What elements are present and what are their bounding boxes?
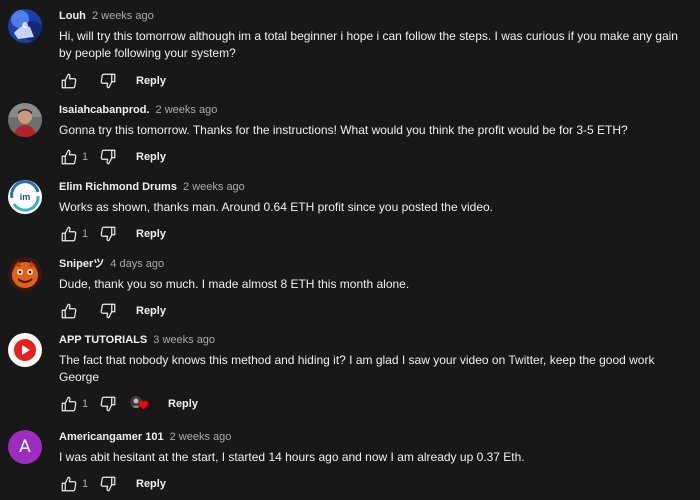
comment-text: Dude, thank you so much. I made almost 8… xyxy=(59,277,410,291)
comment-timestamp[interactable]: 2 weeks ago xyxy=(92,10,154,22)
like-count: 1 xyxy=(82,151,89,163)
like-button[interactable] xyxy=(59,474,79,494)
like-count: 1 xyxy=(82,398,89,410)
reply-button[interactable]: Reply xyxy=(136,151,166,163)
reply-button[interactable]: Reply xyxy=(168,398,198,410)
comment-timestamp[interactable]: 2 weeks ago xyxy=(156,104,218,116)
like-button[interactable] xyxy=(59,394,79,414)
avatar[interactable] xyxy=(8,9,42,43)
thumbs-down-icon xyxy=(100,396,116,412)
like-button[interactable] xyxy=(59,147,79,167)
thumbs-down-icon xyxy=(100,303,116,319)
comment-text: Works as shown, thanks man. Around 0.64 … xyxy=(59,200,494,214)
reply-button[interactable]: Reply xyxy=(136,478,166,490)
like-count: 1 xyxy=(82,478,89,490)
comment-author[interactable]: Americangamer 101 xyxy=(59,431,164,443)
like-button[interactable] xyxy=(59,224,79,244)
comment-text: Gonna try this tomorrow. Thanks for the … xyxy=(59,123,628,137)
dislike-button[interactable] xyxy=(98,71,118,91)
thumbs-up-icon xyxy=(61,396,77,412)
comment-timestamp[interactable]: 3 weeks ago xyxy=(153,334,215,346)
dislike-button[interactable] xyxy=(98,474,118,494)
comment-timestamp[interactable]: 4 days ago xyxy=(110,258,164,270)
reply-button[interactable]: Reply xyxy=(136,75,166,87)
thumbs-up-icon xyxy=(61,226,77,242)
comment-text: Hi, will try this tomorrow although im a… xyxy=(59,29,678,60)
thumbs-down-icon xyxy=(100,149,116,165)
comment-author[interactable]: APP TUTORIALS xyxy=(59,334,147,346)
like-count: 1 xyxy=(82,228,89,240)
avatar-letter: A xyxy=(19,437,31,457)
dislike-button[interactable] xyxy=(98,301,118,321)
svg-text:im: im xyxy=(20,192,31,202)
thumbs-up-icon xyxy=(61,149,77,165)
avatar[interactable]: A xyxy=(8,430,42,464)
avatar[interactable] xyxy=(8,103,42,137)
thumbs-down-icon xyxy=(100,73,116,89)
thumbs-up-icon xyxy=(61,303,77,319)
dislike-button[interactable] xyxy=(98,224,118,244)
comment-author[interactable]: Louh xyxy=(59,10,86,22)
comment-author[interactable]: Elim Richmond Drums xyxy=(59,181,177,193)
dislike-button[interactable] xyxy=(98,394,118,414)
thumbs-down-icon xyxy=(100,476,116,492)
dislike-button[interactable] xyxy=(98,147,118,167)
avatar[interactable] xyxy=(8,333,42,367)
thumbs-down-icon xyxy=(100,226,116,242)
reply-button[interactable]: Reply xyxy=(136,305,166,317)
comment-timestamp[interactable]: 2 weeks ago xyxy=(183,181,245,193)
thumbs-up-icon xyxy=(61,73,77,89)
comment-author[interactable]: Isaiahcabanprod. xyxy=(59,104,149,116)
thumbs-up-icon xyxy=(61,476,77,492)
comment-author[interactable]: Sniperツ xyxy=(59,258,104,270)
heart-icon xyxy=(138,400,149,410)
like-button[interactable] xyxy=(59,301,79,321)
avatar[interactable]: im xyxy=(8,180,42,214)
creator-heart-badge xyxy=(130,394,152,414)
comments-section: Louh 2 weeks ago Hi, will try this tomor… xyxy=(0,0,700,500)
comment-text: The fact that nobody knows this method a… xyxy=(59,353,655,384)
like-button[interactable] xyxy=(59,71,79,91)
comment-text: I was abit hesitant at the start, I star… xyxy=(59,450,525,464)
avatar[interactable] xyxy=(8,257,42,291)
reply-button[interactable]: Reply xyxy=(136,228,166,240)
comment-timestamp[interactable]: 2 weeks ago xyxy=(170,431,232,443)
